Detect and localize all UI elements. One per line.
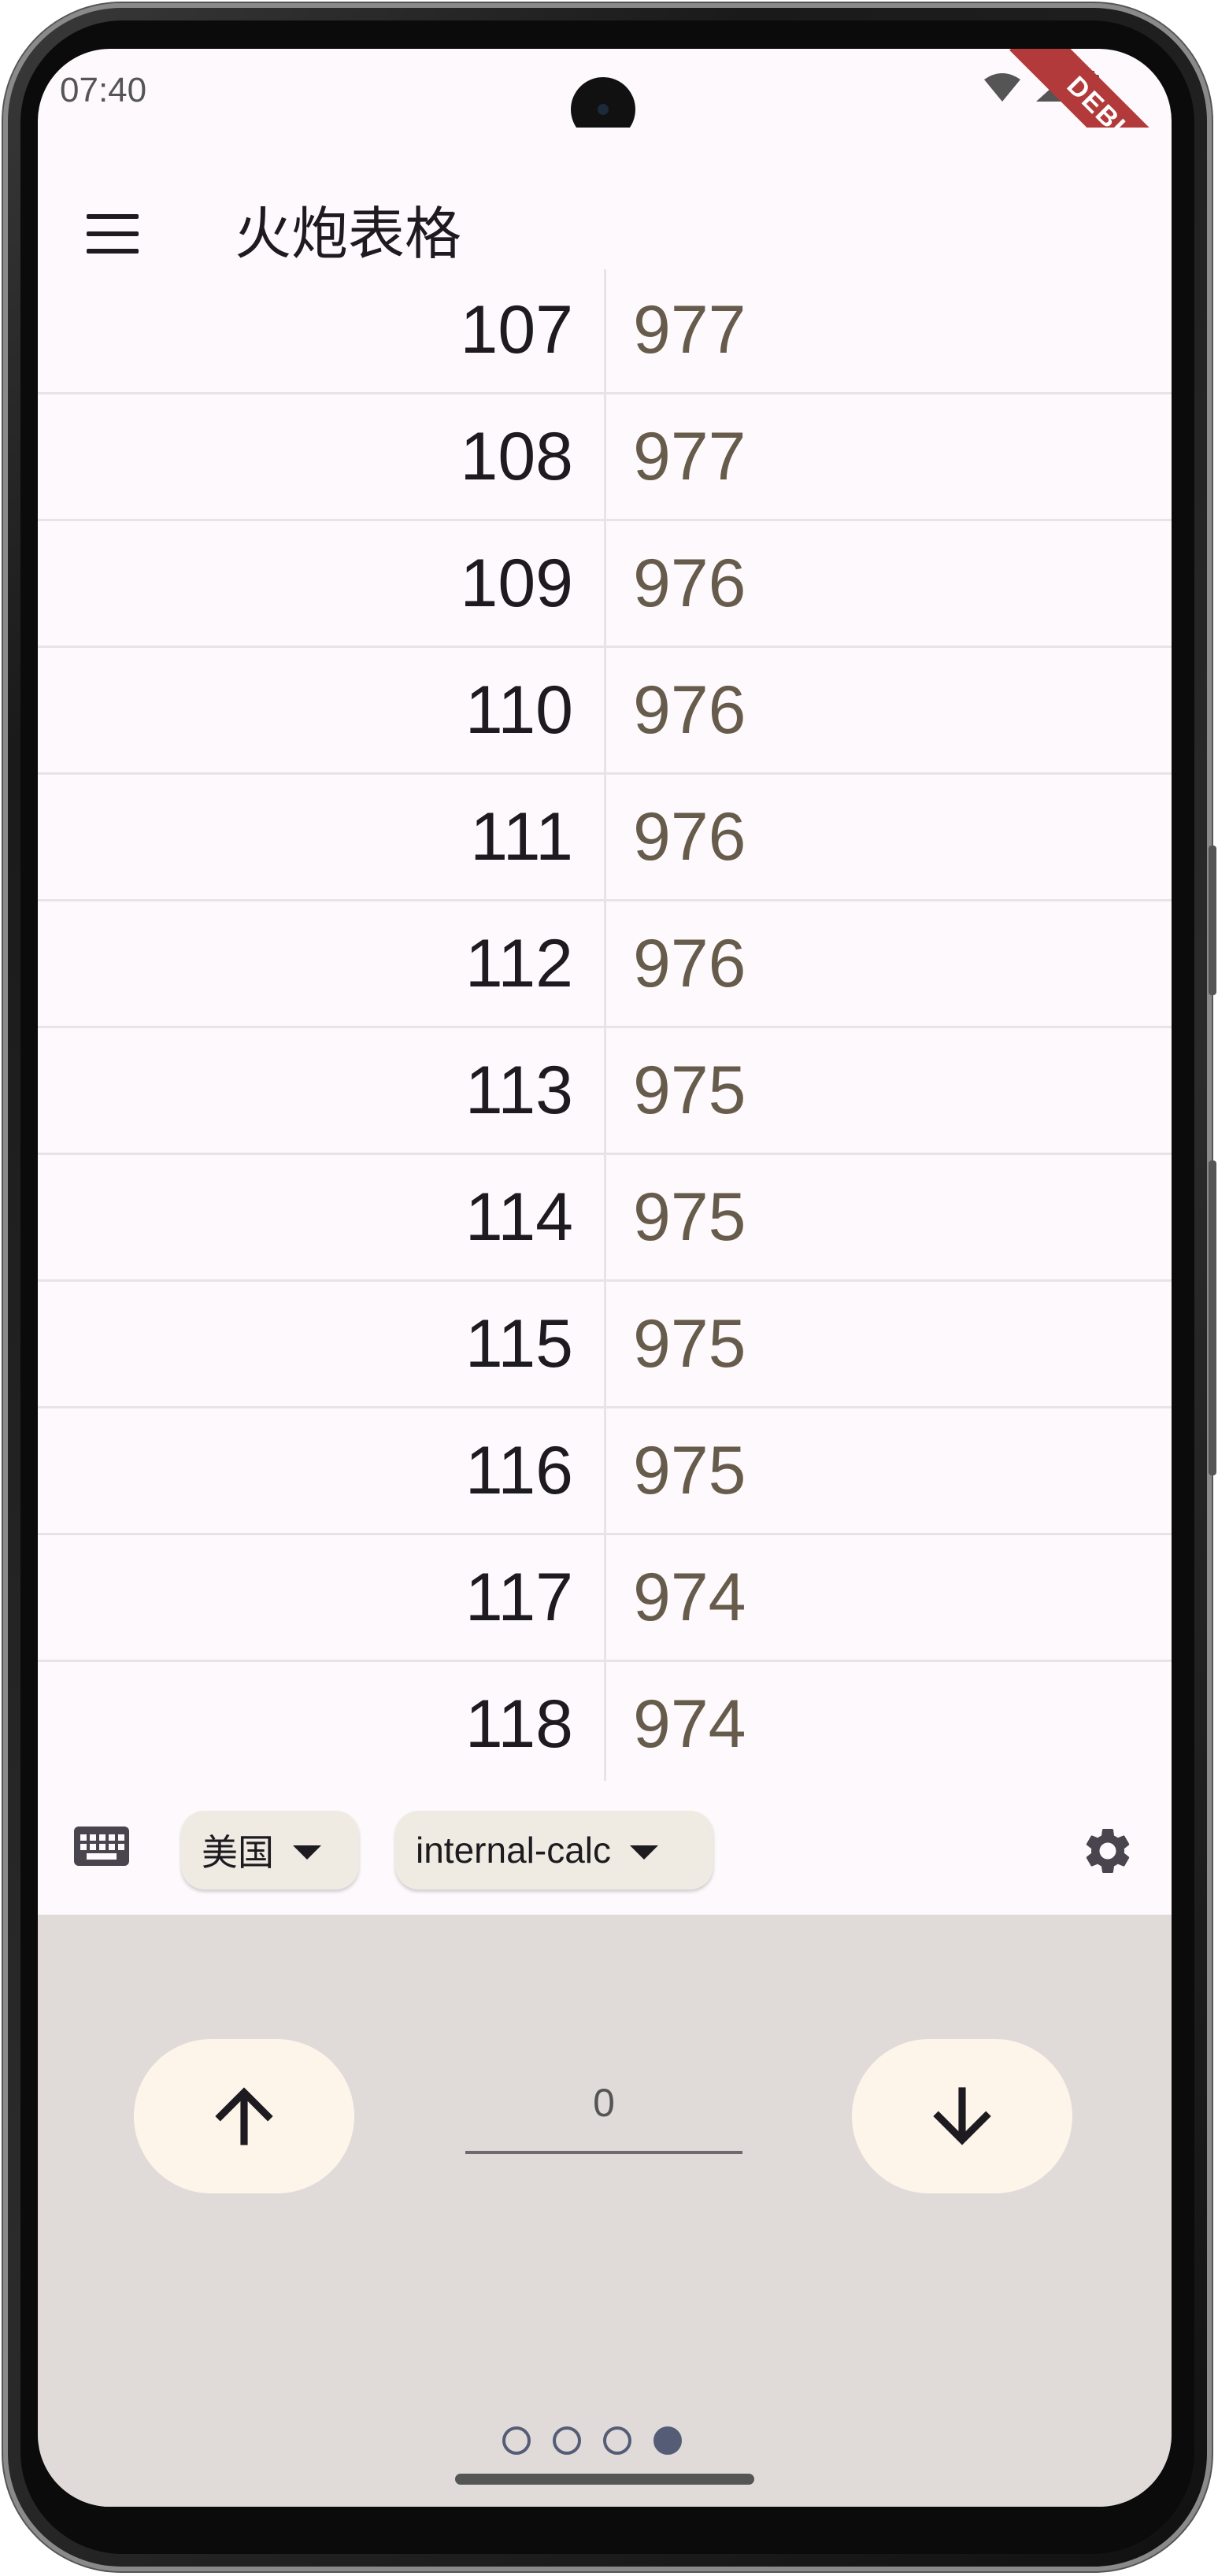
- status-bar: 07:40 DEBUG: [38, 49, 1172, 217]
- page-title: 火炮表格: [235, 203, 462, 266]
- range-cell: 112: [465, 926, 573, 1001]
- arrow-down-icon: [933, 2087, 991, 2145]
- page-dot[interactable]: [553, 2426, 581, 2455]
- calc-dropdown[interactable]: internal-calc: [395, 1811, 713, 1889]
- range-cell: 113: [465, 1053, 573, 1128]
- control-panel: 0: [38, 1915, 1172, 2507]
- power-button: [1209, 1160, 1216, 1475]
- screen: 07:40 DEBUG 火炮表格 107 977 108 977 109 976 110 97…: [38, 49, 1172, 2507]
- table-row: 115 975: [38, 1279, 1172, 1406]
- table-row: 112 976: [38, 899, 1172, 1026]
- value-input[interactable]: 0: [465, 2080, 742, 2126]
- value-cell: 977: [633, 292, 746, 368]
- table-row: 109 976: [38, 519, 1172, 646]
- value-cell: 976: [633, 546, 746, 621]
- table-row: 116 975: [38, 1406, 1172, 1533]
- table-body: 107 977 108 977 109 976 110 976 111 976 112 976 113 9…: [38, 269, 1172, 1786]
- range-cell: 108: [460, 419, 574, 494]
- page-dot[interactable]: [603, 2426, 631, 2455]
- menu-icon[interactable]: [87, 214, 139, 254]
- value-field[interactable]: 0: [465, 2049, 742, 2206]
- country-dropdown[interactable]: 美国: [181, 1811, 359, 1889]
- arrow-up-icon: [215, 2087, 273, 2145]
- value-cell: 974: [633, 1686, 746, 1762]
- table-row: 113 975: [38, 1026, 1172, 1153]
- page-dot[interactable]: [653, 2426, 682, 2455]
- range-cell: 109: [460, 546, 574, 621]
- range-cell: 116: [465, 1433, 573, 1508]
- value-cell: 975: [633, 1179, 746, 1255]
- value-cell: 976: [633, 799, 746, 875]
- range-cell: 115: [465, 1306, 573, 1382]
- range-cell: 114: [465, 1179, 573, 1255]
- status-time: 07:40: [60, 71, 147, 109]
- chevron-down-icon: [630, 1845, 658, 1860]
- value-cell: 977: [633, 419, 746, 494]
- gear-icon[interactable]: [1080, 1823, 1135, 1878]
- down-button[interactable]: [852, 2039, 1072, 2193]
- input-underline: [465, 2151, 742, 2154]
- chevron-down-icon: [293, 1845, 321, 1860]
- wifi-icon: [984, 73, 1020, 102]
- up-button[interactable]: [134, 2039, 354, 2193]
- table-row: 108 977: [38, 392, 1172, 519]
- range-cell: 107: [460, 292, 574, 368]
- country-dropdown-label: 美国: [202, 1832, 274, 1873]
- range-cell: 117: [465, 1560, 573, 1635]
- table-row: 118 974: [38, 1660, 1172, 1786]
- range-cell: 118: [465, 1686, 573, 1762]
- range-cell: 110: [465, 672, 573, 748]
- home-indicator[interactable]: [455, 2474, 754, 2485]
- value-cell: 974: [633, 1560, 746, 1635]
- calc-dropdown-label: internal-calc: [416, 1830, 611, 1871]
- value-cell: 976: [633, 926, 746, 1001]
- page-dot[interactable]: [502, 2426, 531, 2455]
- table-row: 117 974: [38, 1533, 1172, 1660]
- value-cell: 975: [633, 1306, 746, 1382]
- toolbar: 美国 internal-calc: [38, 1781, 1172, 1915]
- value-cell: 976: [633, 672, 746, 748]
- volume-button: [1209, 846, 1216, 995]
- table-row: 114 975: [38, 1153, 1172, 1279]
- page-indicator: [502, 2426, 682, 2455]
- keyboard-icon[interactable]: [74, 1827, 129, 1866]
- table-row: 111 976: [38, 772, 1172, 899]
- range-cell: 111: [470, 799, 573, 875]
- value-cell: 975: [633, 1053, 746, 1128]
- table-row: 107 977: [38, 269, 1172, 392]
- table-row: 110 976: [38, 646, 1172, 772]
- artillery-table[interactable]: 107 977 108 977 109 976 110 976 111 976 112 976 113 9…: [38, 269, 1172, 1797]
- value-cell: 975: [633, 1433, 746, 1508]
- app-bar: 火炮表格: [38, 128, 1172, 269]
